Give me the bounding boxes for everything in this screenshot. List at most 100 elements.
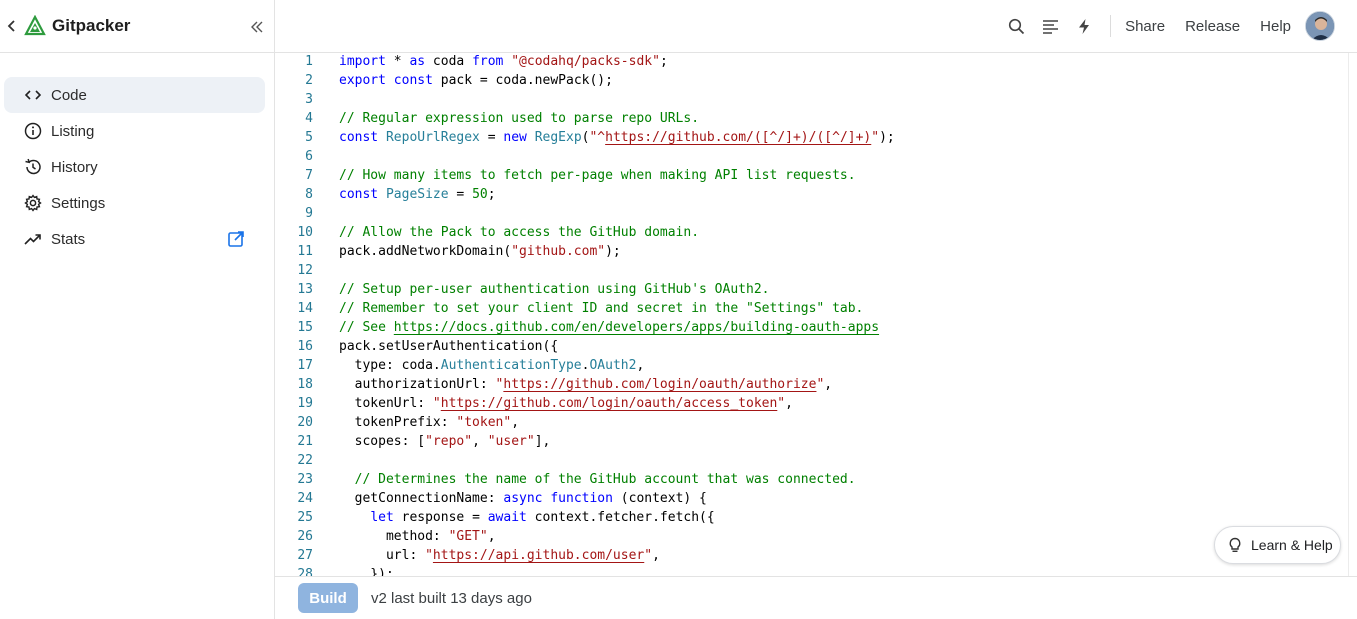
- editor-scrollbar[interactable]: [1348, 53, 1357, 576]
- code-text: getConnectionName: async function (conte…: [339, 491, 707, 506]
- code-line[interactable]: 7 // How many items to fetch per-page whe…: [275, 166, 1348, 185]
- code-line[interactable]: 17 type: coda.AuthenticationType.OAuth2,: [275, 356, 1348, 375]
- toolbar-divider: [1110, 15, 1112, 37]
- code-text: // How many items to fetch per-page when…: [339, 168, 856, 183]
- code-line[interactable]: 15 // See https://docs.github.com/en/deve…: [275, 318, 1348, 337]
- sidebar-item-label: Listing: [51, 122, 95, 140]
- line-number: 12: [297, 263, 313, 278]
- external-link-icon[interactable]: [227, 230, 245, 248]
- code-text: export const pack = coda.newPack();: [339, 73, 613, 88]
- line-number: 27: [297, 548, 313, 563]
- build-button[interactable]: Build: [298, 583, 358, 613]
- code-line[interactable]: 20 tokenPrefix: "token",: [275, 413, 1348, 432]
- sidebar-item-label: History: [51, 158, 98, 176]
- line-number: 6: [305, 149, 313, 164]
- code-line[interactable]: 6: [275, 147, 1348, 166]
- code-text: method: "GET",: [339, 529, 496, 544]
- code-line[interactable]: 10 // Allow the Pack to access the GitHub…: [275, 223, 1348, 242]
- line-number: 3: [305, 92, 313, 107]
- collapse-sidebar-icon[interactable]: [248, 18, 266, 36]
- code-line[interactable]: 12: [275, 261, 1348, 280]
- code-text: const PageSize = 50;: [339, 187, 496, 202]
- code-line[interactable]: 4 // Regular expression used to parse rep…: [275, 109, 1348, 128]
- line-number: 10: [297, 225, 313, 240]
- line-number: 16: [297, 339, 313, 354]
- code-editor[interactable]: 1 import * as coda from "@codahq/packs-sd…: [275, 53, 1348, 576]
- line-number: 7: [305, 168, 313, 183]
- line-number: 24: [297, 491, 313, 506]
- code-line[interactable]: 14 // Remember to set your client ID and …: [275, 299, 1348, 318]
- sidebar-nav: Code Listing History Settings Stats: [0, 53, 274, 257]
- code-line[interactable]: 9: [275, 204, 1348, 223]
- code-text: authorizationUrl: "https://github.com/lo…: [339, 377, 833, 392]
- code-line[interactable]: 13 // Setup per-user authentication using…: [275, 280, 1348, 299]
- code-line[interactable]: 26 method: "GET",: [275, 527, 1348, 546]
- code-lines: 1 import * as coda from "@codahq/packs-sd…: [275, 53, 1348, 576]
- code-line[interactable]: 25 let response = await context.fetcher.…: [275, 508, 1348, 527]
- code-line[interactable]: 3: [275, 90, 1348, 109]
- code-line[interactable]: 23 // Determines the name of the GitHub …: [275, 470, 1348, 489]
- sidebar-item-code[interactable]: Code: [4, 77, 265, 113]
- sidebar-item-label: Settings: [51, 194, 106, 212]
- line-number: 11: [297, 244, 313, 259]
- code-line[interactable]: 18 authorizationUrl: "https://github.com…: [275, 375, 1348, 394]
- line-number: 20: [297, 415, 313, 430]
- code-text: // See https://docs.github.com/en/develo…: [339, 320, 880, 335]
- code-line[interactable]: 27 url: "https://api.github.com/user",: [275, 546, 1348, 565]
- code-text: scopes: ["repo", "user"],: [339, 434, 551, 449]
- code-line[interactable]: 21 scopes: ["repo", "user"],: [275, 432, 1348, 451]
- code-icon: [24, 86, 42, 104]
- sidebar-header: Gitpacker: [0, 0, 274, 53]
- code-line[interactable]: 19 tokenUrl: "https://github.com/login/o…: [275, 394, 1348, 413]
- search-icon[interactable]: [1006, 16, 1026, 36]
- line-number: 14: [297, 301, 313, 316]
- gitpacker-logo-icon: [24, 15, 46, 37]
- sidebar-item-stats[interactable]: Stats: [4, 221, 265, 257]
- line-number: 26: [297, 529, 313, 544]
- line-number: 2: [305, 73, 313, 88]
- sidebar-item-settings[interactable]: Settings: [4, 185, 265, 221]
- bottom-bar: Build v2 last built 13 days ago: [275, 576, 1357, 619]
- code-line[interactable]: 8 const PageSize = 50;: [275, 185, 1348, 204]
- avatar[interactable]: [1305, 11, 1335, 41]
- help-button[interactable]: Help: [1260, 18, 1291, 35]
- code-line[interactable]: 24 getConnectionName: async function (co…: [275, 489, 1348, 508]
- line-number: 25: [297, 510, 313, 525]
- code-text: // Allow the Pack to access the GitHub d…: [339, 225, 700, 240]
- line-number: 28: [297, 567, 313, 576]
- line-number: 13: [297, 282, 313, 297]
- code-line[interactable]: 11 pack.addNetworkDomain("github.com");: [275, 242, 1348, 261]
- trending-up-icon: [24, 230, 42, 248]
- code-line[interactable]: 2 export const pack = coda.newPack();: [275, 71, 1348, 90]
- sidebar-item-listing[interactable]: Listing: [4, 113, 265, 149]
- code-text: pack.addNetworkDomain("github.com");: [339, 244, 621, 259]
- code-text: // Setup per-user authentication using G…: [339, 282, 770, 297]
- code-text: pack.setUserAuthentication({: [339, 339, 559, 354]
- code-text: import * as coda from "@codahq/packs-sdk…: [339, 54, 668, 69]
- outline-icon[interactable]: [1040, 16, 1060, 36]
- code-line[interactable]: 28 });: [275, 565, 1348, 576]
- learn-and-help-button[interactable]: Learn & Help: [1214, 526, 1341, 564]
- code-text: // Determines the name of the GitHub acc…: [354, 472, 856, 487]
- line-number: 17: [297, 358, 313, 373]
- code-line[interactable]: 5 const RepoUrlRegex = new RegExp("^https…: [275, 128, 1348, 147]
- line-number: 23: [297, 472, 313, 487]
- lightning-icon[interactable]: [1074, 16, 1094, 36]
- line-number: 9: [305, 206, 313, 221]
- back-chevron-icon[interactable]: [4, 16, 20, 36]
- sidebar-item-history[interactable]: History: [4, 149, 265, 185]
- line-number: 18: [297, 377, 313, 392]
- app-title: Gitpacker: [52, 16, 131, 35]
- code-line[interactable]: 22: [275, 451, 1348, 470]
- code-text: });: [339, 567, 394, 576]
- code-text: let response = await context.fetcher.fet…: [370, 510, 715, 525]
- share-button[interactable]: Share: [1125, 18, 1165, 35]
- release-button[interactable]: Release: [1185, 18, 1240, 35]
- sidebar: Gitpacker Code Listing History Settings …: [0, 0, 275, 619]
- code-line[interactable]: 1 import * as coda from "@codahq/packs-sd…: [275, 53, 1348, 71]
- code-text: tokenUrl: "https://github.com/login/oaut…: [339, 396, 793, 411]
- code-line[interactable]: 16 pack.setUserAuthentication({: [275, 337, 1348, 356]
